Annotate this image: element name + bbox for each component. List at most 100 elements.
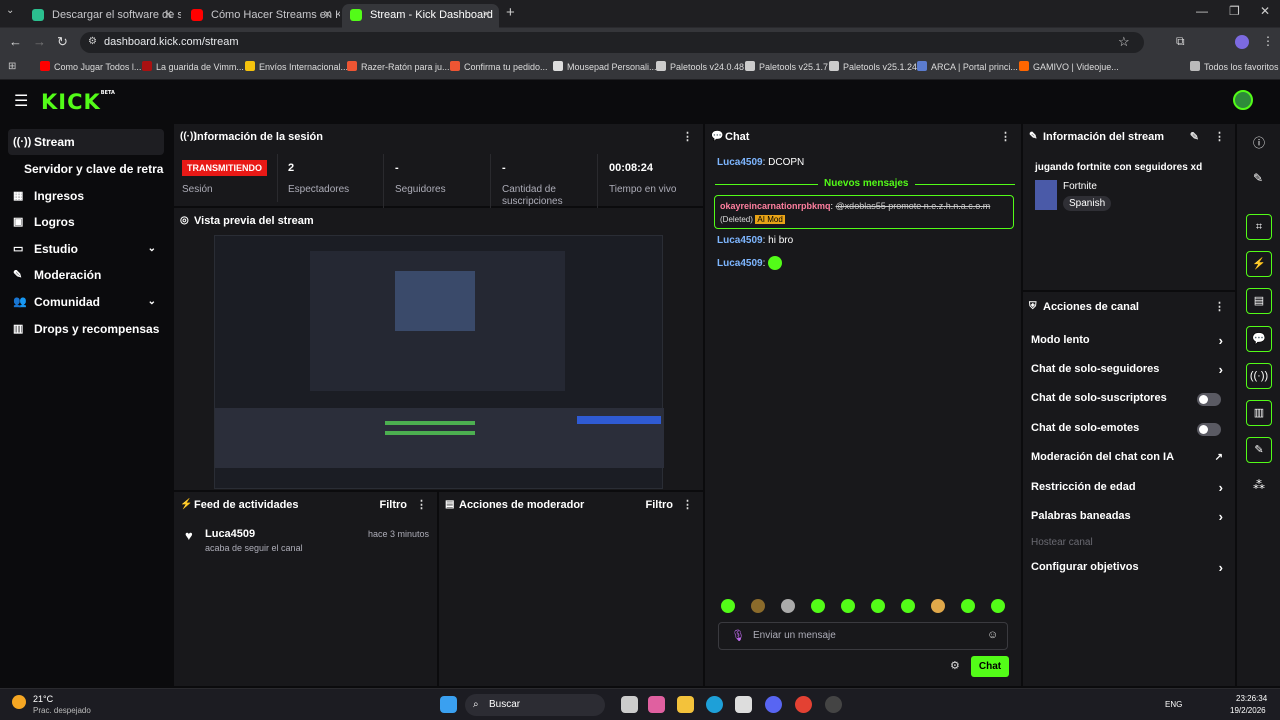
more-options-icon[interactable]: ⋮ xyxy=(416,492,427,518)
sidebar-item-estudio[interactable]: ▭ Estudio ⌄ xyxy=(8,236,164,262)
bookmark-item[interactable]: Razer-Ratón para ju... xyxy=(347,61,450,72)
emote-icon[interactable] xyxy=(871,599,885,613)
emote-icon[interactable] xyxy=(781,599,795,613)
activity-user[interactable]: Luca4509 xyxy=(205,528,255,540)
close-tab-icon[interactable]: ✕ xyxy=(323,4,332,26)
maximize-button[interactable]: ❐ xyxy=(1229,4,1240,18)
action-configure-goals[interactable]: Configurar objetivos › xyxy=(1031,553,1223,582)
chat-settings-icon[interactable]: ⚙ xyxy=(950,659,960,672)
chat-input[interactable]: 🎙 Enviar un mensaje ☺ xyxy=(718,622,1008,650)
discord-icon[interactable] xyxy=(765,696,782,713)
chevron-down-icon[interactable]: ⌄ xyxy=(148,236,156,262)
emote-icon[interactable] xyxy=(811,599,825,613)
tab-list-dropdown[interactable]: ⌄ xyxy=(6,5,14,16)
language-indicator[interactable]: ENG xyxy=(1165,700,1182,709)
obs-icon[interactable] xyxy=(825,696,842,713)
clock-date[interactable]: 19/2/2026 xyxy=(1230,706,1266,715)
filter-button[interactable]: Filtro xyxy=(646,492,674,518)
edit-icon[interactable]: ✎ xyxy=(1190,124,1199,150)
clock-time[interactable]: 23:26:34 xyxy=(1236,694,1267,703)
action-age-restriction[interactable]: Restricción de edad › xyxy=(1031,473,1223,502)
chat-username[interactable]: Luca4509 xyxy=(717,258,763,269)
more-options-icon[interactable]: ⋮ xyxy=(682,124,693,150)
site-info-icon[interactable]: ⚙ xyxy=(88,36,97,47)
profile-avatar[interactable] xyxy=(1235,35,1249,49)
action-emotes-only[interactable]: Chat de solo-emotes xyxy=(1031,414,1223,443)
emote-icon[interactable] xyxy=(841,599,855,613)
sidebar-item-logros[interactable]: ▣ Logros xyxy=(8,209,164,235)
extensions-icon[interactable]: ⧉ xyxy=(1176,34,1185,49)
emote-icon[interactable] xyxy=(931,599,945,613)
layout-icon[interactable]: ▥ xyxy=(1246,400,1272,426)
hamburger-menu-icon[interactable]: ☰ xyxy=(14,91,28,111)
browser-tab[interactable]: Descargar el software de strea✕ xyxy=(24,4,181,28)
action-banned-words[interactable]: Palabras baneadas › xyxy=(1031,502,1223,531)
file-explorer-icon[interactable] xyxy=(677,696,694,713)
menu-icon[interactable]: ⋮ xyxy=(1262,34,1274,48)
emoji-picker-icon[interactable]: ☺ xyxy=(987,629,998,641)
bookmark-item[interactable]: La guarida de Vimm... xyxy=(142,61,244,72)
widgets-icon[interactable] xyxy=(648,696,665,713)
more-options-icon[interactable]: ⋮ xyxy=(1000,124,1011,150)
action-subscribers-only[interactable]: Chat de solo-suscriptores xyxy=(1031,384,1223,413)
microphone-icon[interactable]: 🎙 xyxy=(731,629,745,642)
forward-icon[interactable]: → xyxy=(33,34,46,49)
new-tab-button[interactable]: + xyxy=(506,4,515,21)
close-tab-icon[interactable]: ✕ xyxy=(164,4,173,26)
send-chat-button[interactable]: Chat xyxy=(971,656,1009,677)
emote-icon[interactable] xyxy=(721,599,735,613)
chat-bubble-icon[interactable]: 💬 xyxy=(1246,326,1272,352)
game-name[interactable]: Fortnite xyxy=(1063,181,1097,192)
edge-icon[interactable] xyxy=(706,696,723,713)
bookmark-star-icon[interactable]: ☆ xyxy=(1118,34,1130,50)
all-bookmarks[interactable]: Todos los favoritos xyxy=(1190,61,1279,72)
browser-tab-active[interactable]: Stream - Kick Dashboard ✕ xyxy=(342,4,499,28)
close-window-button[interactable]: ✕ xyxy=(1260,4,1270,18)
browser-tab[interactable]: Cómo Hacer Streams en Kick (C✕ xyxy=(183,4,340,28)
apps-icon[interactable]: ⁂ xyxy=(1253,478,1265,492)
bookmark-item[interactable]: Mousepad Personali... xyxy=(553,61,657,72)
wrench-icon[interactable]: ✎ xyxy=(1246,437,1272,463)
bookmark-item[interactable]: Confirma tu pedido... xyxy=(450,61,548,72)
weather-temp[interactable]: 21°C xyxy=(33,694,53,704)
sidebar-item-server-key[interactable]: Servidor y clave de retransmisión xyxy=(8,156,164,182)
bookmark-item[interactable]: Envíos Internacional... xyxy=(245,61,348,72)
store-icon[interactable] xyxy=(735,696,752,713)
filter-button[interactable]: Filtro xyxy=(380,492,408,518)
game-thumbnail[interactable] xyxy=(1035,180,1057,210)
lightning-icon[interactable]: ⚡ xyxy=(1246,251,1272,277)
chat-username[interactable]: Luca4509 xyxy=(717,157,763,168)
clip-icon[interactable]: ⌗ xyxy=(1246,214,1272,240)
action-followers-only[interactable]: Chat de solo-seguidores › xyxy=(1031,355,1223,384)
chat-username[interactable]: okayreincarnationrpbkmq xyxy=(720,201,831,211)
more-options-icon[interactable]: ⋮ xyxy=(1214,124,1225,150)
emote-icon[interactable] xyxy=(751,599,765,613)
edit-icon[interactable]: ✎ xyxy=(1253,171,1263,185)
stream-preview-video[interactable] xyxy=(214,235,664,489)
broadcast-icon[interactable]: ((·)) xyxy=(1246,363,1272,389)
action-slow-mode[interactable]: Modo lento › xyxy=(1031,326,1223,355)
emote-icon[interactable] xyxy=(901,599,915,613)
url-input[interactable]: dashboard.kick.com/stream xyxy=(80,32,1144,53)
kick-logo[interactable]: KICKBETA xyxy=(41,90,115,114)
notes-icon[interactable]: ▤ xyxy=(1246,288,1272,314)
chat-username[interactable]: Luca4509 xyxy=(717,235,763,246)
emotes-only-toggle[interactable] xyxy=(1197,423,1221,436)
bookmark-item[interactable]: ARCA | Portal princi... xyxy=(917,61,1018,72)
task-view-icon[interactable] xyxy=(621,696,638,713)
bookmark-item[interactable]: Como Jugar Todos l... xyxy=(40,61,141,72)
bookmark-item[interactable]: Paletools v25.1.24 xyxy=(829,61,917,72)
taskbar-search[interactable]: ⌕ Buscar xyxy=(465,694,605,716)
bookmark-item[interactable]: Paletools v24.0.48 xyxy=(656,61,744,72)
action-ai-moderation[interactable]: Moderación del chat con IA ↗ xyxy=(1031,443,1223,472)
apps-icon[interactable]: ⊞ xyxy=(8,61,16,72)
more-options-icon[interactable]: ⋮ xyxy=(682,492,693,518)
more-options-icon[interactable]: ⋮ xyxy=(1214,294,1225,320)
bookmark-item[interactable]: Paletools v25.1.7 xyxy=(745,61,828,72)
minimize-button[interactable]: — xyxy=(1196,4,1208,18)
sidebar-item-comunidad[interactable]: 👥 Comunidad ⌄ xyxy=(8,289,164,315)
sidebar-item-moderacion[interactable]: ✎ Moderación xyxy=(8,262,164,288)
user-avatar[interactable] xyxy=(1233,90,1253,110)
start-icon[interactable] xyxy=(440,696,457,713)
sidebar-item-ingresos[interactable]: ▦ Ingresos xyxy=(8,183,164,209)
